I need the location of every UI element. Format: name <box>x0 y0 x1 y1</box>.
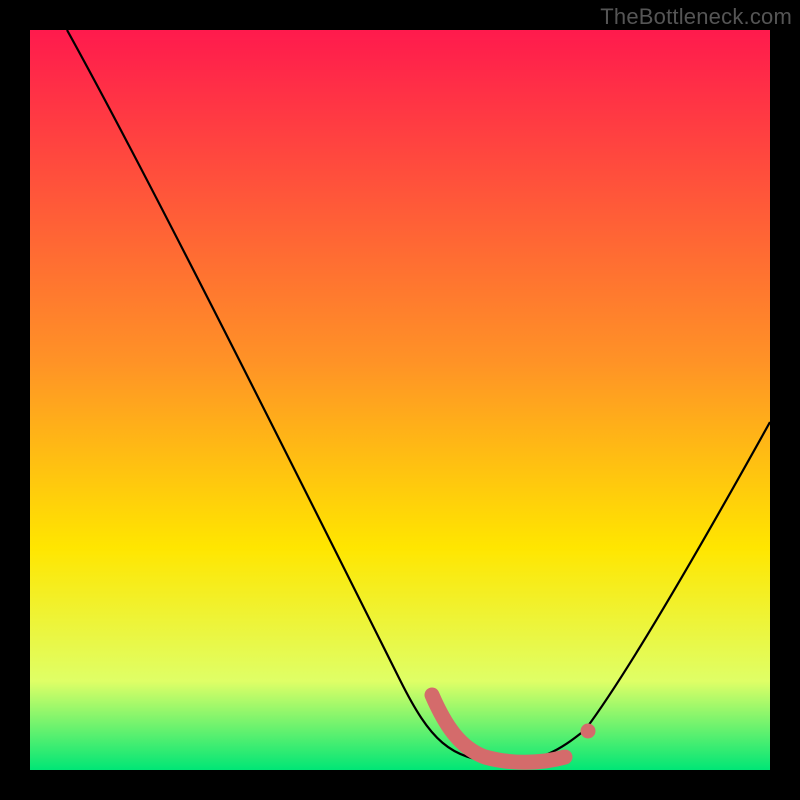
chart-svg <box>30 30 770 770</box>
chart-frame: TheBottleneck.com <box>0 0 800 800</box>
optimal-zone-right-dot <box>581 724 596 739</box>
gradient-bg <box>30 30 770 770</box>
watermark-text: TheBottleneck.com <box>600 4 792 30</box>
plot-area <box>30 30 770 770</box>
